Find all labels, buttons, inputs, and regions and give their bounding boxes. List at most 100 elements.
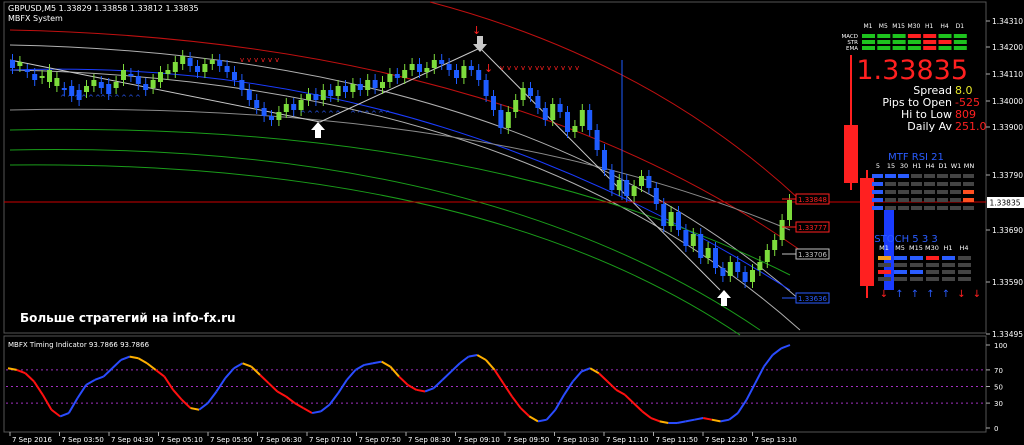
candle-body[interactable] <box>417 64 422 72</box>
candle-body[interactable] <box>690 234 696 246</box>
candle-body[interactable] <box>483 80 489 96</box>
candle-body[interactable] <box>742 272 748 282</box>
candle-body[interactable] <box>661 204 667 226</box>
candle-body[interactable] <box>446 64 452 70</box>
candle-body[interactable] <box>402 70 408 78</box>
candle-body[interactable] <box>187 58 193 66</box>
candle-body[interactable] <box>772 240 778 250</box>
candle-body[interactable] <box>98 82 104 88</box>
candle-body[interactable] <box>542 108 548 120</box>
candle-body[interactable] <box>254 100 260 108</box>
candle-body[interactable] <box>720 268 726 276</box>
candle-body[interactable] <box>350 84 356 92</box>
candle-body[interactable] <box>17 62 23 66</box>
candle-body[interactable] <box>32 74 38 80</box>
candle-body[interactable] <box>209 60 215 64</box>
candle-body[interactable] <box>246 90 252 100</box>
candle-body[interactable] <box>602 150 607 170</box>
candle-body[interactable] <box>158 72 163 82</box>
candle-body[interactable] <box>335 86 341 96</box>
candle-body[interactable] <box>91 80 97 86</box>
candle-body[interactable] <box>424 68 430 72</box>
candle-body[interactable] <box>727 262 733 276</box>
candle-body[interactable] <box>357 84 363 90</box>
candle-body[interactable] <box>113 82 119 88</box>
candle-body[interactable] <box>639 176 644 186</box>
candle-body[interactable] <box>320 90 326 100</box>
candle-body[interactable] <box>587 110 593 130</box>
candle-body[interactable] <box>365 80 371 90</box>
candle-body[interactable] <box>47 70 52 82</box>
candle-body[interactable] <box>439 60 445 64</box>
candle-body[interactable] <box>343 86 348 92</box>
candle-body[interactable] <box>224 66 230 72</box>
candle-body[interactable] <box>609 170 615 190</box>
candle-body[interactable] <box>165 70 171 74</box>
candle-body[interactable] <box>202 64 208 72</box>
candle-body[interactable] <box>461 66 467 78</box>
candle-body[interactable] <box>557 104 563 112</box>
candle-body[interactable] <box>653 188 659 204</box>
candle-body[interactable] <box>594 130 600 150</box>
candle-body[interactable] <box>128 74 134 76</box>
candle-body[interactable] <box>239 80 245 90</box>
candle-body[interactable] <box>10 60 15 68</box>
candle-body[interactable] <box>513 100 519 112</box>
candle-body[interactable] <box>291 104 297 110</box>
time-axis[interactable]: 7 Sep 2016 7 Sep 03:50 7 Sep 04:30 7 Sep 05… <box>9 432 797 444</box>
candle-body[interactable] <box>616 180 622 190</box>
candle-body[interactable] <box>528 88 533 96</box>
candle-body[interactable] <box>372 80 378 88</box>
candle-body[interactable] <box>121 70 126 80</box>
trading-chart-window[interactable]: ^ ^ ^ ^ ^ ^ ^ ^ ^ ^ ^ ^v v v v v v^ ^ ^ ^ ^ ^ ^ ^ ^ ^ ^ ^v v v v v v v v v v… <box>0 0 1024 445</box>
candle-body[interactable] <box>84 86 89 92</box>
candle-body[interactable] <box>764 250 770 262</box>
candle-body[interactable] <box>54 78 60 86</box>
candle-body[interactable] <box>232 72 237 80</box>
candle-body[interactable] <box>550 104 556 120</box>
candle-body[interactable] <box>180 56 186 64</box>
candle-body[interactable] <box>39 76 45 78</box>
candle-body[interactable] <box>631 186 637 196</box>
candle-body[interactable] <box>276 112 282 120</box>
candle-body[interactable] <box>476 70 482 80</box>
candle-body[interactable] <box>454 70 459 78</box>
candle-body[interactable] <box>505 112 511 128</box>
candle-body[interactable] <box>565 112 570 132</box>
candle-body[interactable] <box>269 116 274 120</box>
candle-body[interactable] <box>106 84 112 94</box>
candle-body[interactable] <box>735 262 741 272</box>
candle-body[interactable] <box>380 82 385 88</box>
candle-body[interactable] <box>498 110 504 128</box>
candle-body[interactable] <box>683 230 689 246</box>
candle-body[interactable] <box>298 100 304 110</box>
candle-body[interactable] <box>668 212 674 226</box>
candle-body[interactable] <box>520 88 526 100</box>
candle-body[interactable] <box>779 220 785 240</box>
candle-body[interactable] <box>624 180 630 196</box>
candle-body[interactable] <box>387 74 393 82</box>
candle-body[interactable] <box>787 200 792 220</box>
candle-body[interactable] <box>195 66 200 72</box>
candle-body[interactable] <box>306 94 311 100</box>
candle-body[interactable] <box>283 104 289 112</box>
candle-body[interactable] <box>431 60 437 68</box>
sub-chart-frame[interactable] <box>3 335 987 433</box>
candle-body[interactable] <box>757 262 763 270</box>
price-axis[interactable]: 1.34310 1.34200 1.34110 1.34000 1.33900 1.337… <box>986 17 1023 339</box>
candle-body[interactable] <box>394 74 400 78</box>
candle-body[interactable] <box>313 94 319 100</box>
candle-body[interactable] <box>535 96 541 108</box>
candle-body[interactable] <box>217 60 223 66</box>
candle-body[interactable] <box>676 212 681 230</box>
candle-body[interactable] <box>572 126 578 132</box>
timing-axis[interactable]: 100 70 50 30 0 <box>986 342 1007 433</box>
candle-body[interactable] <box>491 96 496 110</box>
candle-body[interactable] <box>172 62 178 72</box>
candle-body[interactable] <box>750 270 755 282</box>
candle-body[interactable] <box>24 70 30 72</box>
candle-body[interactable] <box>646 176 652 188</box>
candle-body[interactable] <box>579 110 585 126</box>
candle-body[interactable] <box>143 84 149 90</box>
candle-body[interactable] <box>713 248 718 268</box>
